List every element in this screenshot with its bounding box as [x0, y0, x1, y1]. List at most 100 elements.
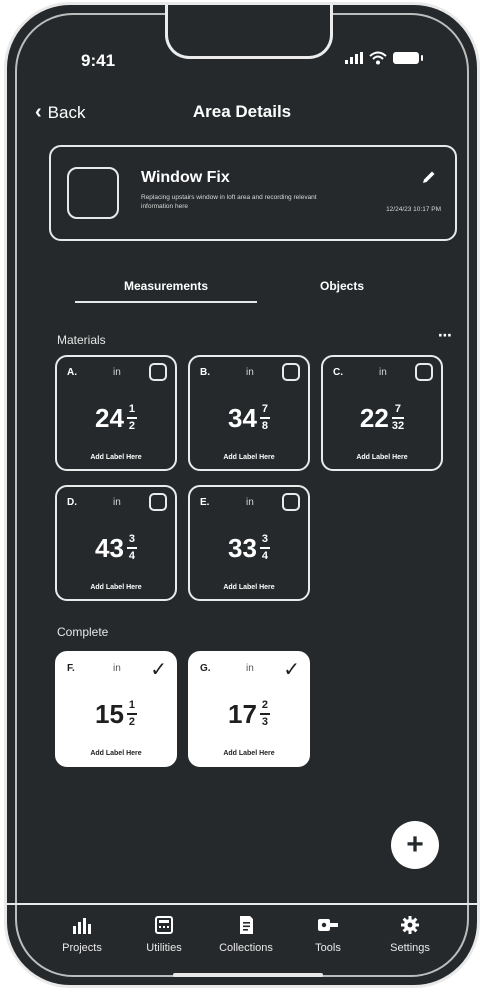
fraction-bar — [259, 547, 270, 549]
phone-frame: 9:41 ‹ Back Area Details Window Fix Repl… — [4, 2, 480, 988]
tab-objects[interactable]: Objects — [267, 279, 417, 293]
fraction-numerator: 1 — [128, 403, 136, 415]
fraction-denominator: 8 — [261, 419, 269, 432]
tile-unit: in — [246, 497, 254, 508]
measurement-tile-e[interactable]: E. in 33 3 4 Add Label Here — [188, 485, 310, 601]
measurement-fraction: 1 2 — [126, 699, 137, 729]
project-date: 12/24/23 10:17 PM — [386, 206, 441, 213]
tile-unit: in — [113, 663, 121, 674]
tile-label[interactable]: Add Label Here — [57, 750, 175, 757]
fraction-bar — [126, 713, 137, 715]
measurement-fraction: 7 8 — [259, 403, 270, 433]
tape-measure-icon — [318, 919, 338, 931]
tile-label[interactable]: Add Label Here — [323, 454, 441, 461]
tabbar-item-collections[interactable]: Collections — [211, 915, 281, 954]
measurement-tile-b[interactable]: B. in 34 7 8 Add Label Here — [188, 355, 310, 471]
gear-icon — [401, 916, 419, 934]
measurement-tile-d[interactable]: D. in 43 3 4 Add Label Here — [55, 485, 177, 601]
add-button[interactable]: + — [391, 821, 439, 869]
fraction-numerator: 7 — [261, 403, 269, 415]
fraction-numerator: 2 — [261, 699, 269, 711]
fraction-bar — [259, 417, 270, 419]
measurement-tile-c[interactable]: C. in 22 7 32 Add Label Here — [321, 355, 443, 471]
measurement-whole: 22 — [359, 402, 389, 433]
tab-bar: Projects Utilities Collections Tools Set… — [47, 915, 445, 954]
tabbar-label: Projects — [62, 942, 102, 954]
checkbox[interactable] — [282, 363, 300, 381]
calculator-icon — [155, 916, 173, 934]
tile-letter: E. — [200, 497, 210, 508]
tabbar-label: Settings — [390, 942, 430, 954]
checkmark-icon[interactable]: ✓ — [150, 657, 167, 682]
status-icons — [345, 51, 423, 65]
active-tab-indicator — [75, 301, 257, 303]
tile-label[interactable]: Add Label Here — [57, 584, 175, 591]
more-icon[interactable]: ⋯ — [438, 327, 452, 344]
measurement-tile-f[interactable]: F. in ✓ 15 1 2 Add Label Here — [55, 651, 177, 767]
tab-measurements[interactable]: Measurements — [75, 279, 257, 293]
tile-label[interactable]: Add Label Here — [190, 584, 308, 591]
tabbar-item-tools[interactable]: Tools — [293, 915, 363, 954]
measurement-whole: 15 — [95, 698, 124, 729]
signal-icon — [345, 52, 363, 64]
fraction-denominator: 2 — [128, 715, 136, 728]
project-card[interactable]: Window Fix Replacing upstairs window in … — [49, 145, 457, 241]
tabbar-item-settings[interactable]: Settings — [375, 915, 445, 954]
tabbar-item-utilities[interactable]: Utilities — [129, 915, 199, 954]
home-indicator[interactable] — [173, 973, 323, 977]
measurement-value: 33 3 4 — [190, 533, 308, 563]
tile-unit: in — [379, 367, 387, 378]
checkbox[interactable] — [149, 363, 167, 381]
measurement-value: 22 7 32 — [323, 403, 441, 433]
measurement-whole: 33 — [228, 532, 257, 563]
measurement-whole: 17 — [228, 698, 257, 729]
measurement-value: 15 1 2 — [57, 699, 175, 729]
battery-icon — [393, 52, 423, 64]
measurement-whole: 34 — [228, 402, 257, 433]
measurement-tile-a[interactable]: A. in 24 1 2 Add Label Here — [55, 355, 177, 471]
pencil-icon[interactable] — [421, 169, 437, 185]
tile-unit: in — [113, 367, 121, 378]
checkbox[interactable] — [282, 493, 300, 511]
tile-label[interactable]: Add Label Here — [190, 750, 308, 757]
section-complete: Complete — [57, 625, 109, 639]
tabbar-item-projects[interactable]: Projects — [47, 915, 117, 954]
fraction-denominator: 4 — [261, 549, 269, 562]
fraction-denominator: 2 — [128, 419, 136, 432]
bar-chart-icon — [73, 918, 91, 934]
project-title: Window Fix — [141, 169, 230, 186]
tabbar-label: Collections — [219, 942, 273, 954]
checkmark-icon[interactable]: ✓ — [283, 657, 300, 682]
measurement-value: 34 7 8 — [190, 403, 308, 433]
tile-letter: C. — [333, 367, 343, 378]
page-title: Area Details — [192, 102, 292, 121]
tabbar-divider — [7, 903, 477, 905]
measurement-fraction: 3 4 — [259, 533, 270, 563]
tile-letter: G. — [200, 663, 211, 674]
measurement-tile-g[interactable]: G. in ✓ 17 2 3 Add Label Here — [188, 651, 310, 767]
tile-unit: in — [246, 663, 254, 674]
measurement-whole: 24 — [95, 402, 124, 433]
section-materials: Materials — [57, 333, 106, 347]
measurement-fraction: 1 2 — [126, 403, 137, 433]
measurement-fraction: 3 4 — [126, 533, 137, 563]
notch — [165, 5, 333, 59]
wifi-icon — [369, 51, 387, 65]
measurement-value: 43 3 4 — [57, 533, 175, 563]
checkbox[interactable] — [415, 363, 433, 381]
fraction-denominator: 3 — [261, 715, 269, 728]
document-icon — [240, 916, 253, 934]
measurement-value: 24 1 2 — [57, 403, 175, 433]
checkbox[interactable] — [149, 493, 167, 511]
fraction-numerator: 1 — [128, 699, 136, 711]
fraction-denominator: 32 — [391, 419, 405, 432]
status-time: 9:41 — [81, 51, 116, 70]
measurement-fraction: 2 3 — [259, 699, 270, 729]
tabbar-label: Utilities — [146, 942, 182, 954]
tile-letter: D. — [67, 497, 77, 508]
fraction-numerator: 3 — [128, 533, 136, 545]
tile-label[interactable]: Add Label Here — [57, 454, 175, 461]
tile-label[interactable]: Add Label Here — [190, 454, 308, 461]
measurement-value: 17 2 3 — [190, 699, 308, 729]
measurement-whole: 43 — [95, 532, 124, 563]
